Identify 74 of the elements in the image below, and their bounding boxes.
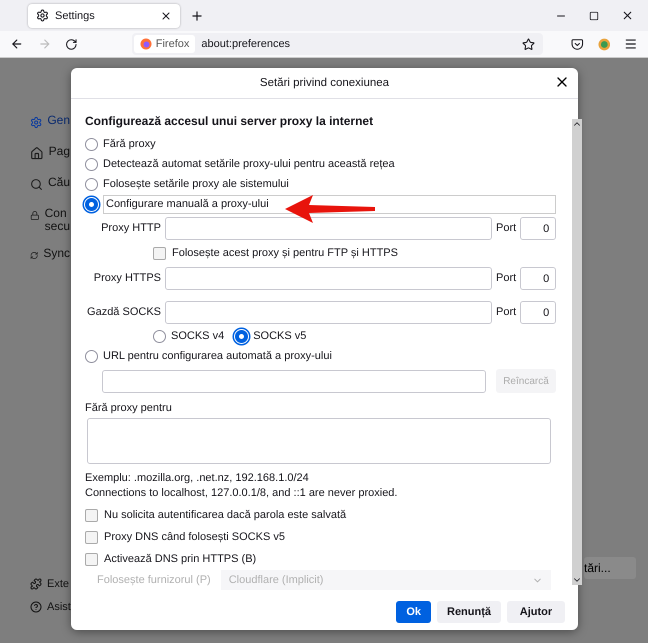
radio-label: SOCKS v5 (253, 330, 306, 342)
checkbox[interactable] (85, 530, 98, 544)
browser-logo-icon (140, 38, 152, 50)
field-label: Gazdă SOCKS (86, 306, 161, 318)
back-icon[interactable] (10, 37, 24, 51)
dialog-button[interactable]: Ok (396, 601, 431, 623)
port-field[interactable]: 0 (520, 216, 556, 240)
radio-label: Detectează automat setările proxy-ului pentru această rețea (103, 158, 395, 170)
radio-button[interactable] (85, 178, 98, 190)
search-icon (30, 176, 43, 193)
radio-button[interactable] (85, 158, 98, 170)
url-text: about:preferences (201, 38, 292, 50)
gear-icon (30, 114, 42, 131)
sidebar-item[interactable]: Cău (30, 176, 70, 193)
close-icon[interactable] (621, 9, 634, 22)
field-label: Proxy HTTP (100, 222, 161, 234)
field-label: Fără proxy pentru (85, 402, 173, 415)
checkbox-label: Activează DNS prin HTTPS (B) (104, 552, 256, 566)
settings-icon (36, 9, 49, 22)
identity-label: Firefox (134, 35, 196, 53)
sidebar-item[interactable]: Sync (30, 247, 70, 264)
sidebar-item[interactable]: Gen (30, 114, 70, 131)
port-label: Port (496, 222, 516, 234)
text-field[interactable] (165, 300, 492, 324)
text-field[interactable] (165, 266, 492, 290)
browser-tab[interactable]: Settings (28, 4, 180, 28)
radio-label: Configurare manuală a proxy-ului (103, 194, 556, 214)
checkbox[interactable] (85, 552, 98, 566)
dialog-title: Setări privind conexiunea (260, 77, 390, 89)
reload-icon[interactable] (65, 38, 78, 50)
radio-button[interactable] (235, 330, 248, 342)
address-bar[interactable]: Firefox about:preferences (132, 33, 544, 55)
port-label: Port (496, 306, 516, 318)
url-field[interactable] (102, 370, 486, 392)
sidebar-item[interactable]: Con secu (30, 207, 70, 233)
profile-icon[interactable] (598, 38, 610, 50)
star-icon[interactable] (522, 38, 536, 50)
sidebar-link[interactable]: Asist (30, 601, 71, 614)
port-field[interactable]: 0 (520, 300, 556, 324)
radio-button[interactable] (85, 350, 98, 362)
checkbox[interactable] (153, 246, 166, 260)
dialog-button[interactable]: Ajutor (507, 601, 565, 623)
note-text: Connections to localhost, 127.0.0.1/8, and ::1 are never proxied. (85, 487, 398, 500)
radio-button[interactable] (85, 138, 98, 150)
checkbox-label: Nu solicita autentificarea dacă parola este salvată (104, 508, 346, 522)
sidebar-item[interactable]: Pag (30, 145, 70, 162)
radio-label: SOCKS v4 (171, 330, 224, 342)
help-icon (30, 601, 42, 613)
checkbox[interactable] (85, 508, 98, 522)
radio-button[interactable] (85, 198, 98, 210)
puzzle-icon (30, 578, 42, 590)
home-icon (30, 145, 44, 162)
dialog-button[interactable]: Renunță (437, 601, 501, 623)
radio-label: Fără proxy (103, 138, 156, 150)
text-field[interactable] (165, 216, 492, 240)
field-label: Proxy HTTPS (92, 272, 161, 284)
section-heading: Configurează accesul unui server proxy la internet (85, 115, 374, 128)
radio-label: URL pentru configurarea automată a proxy-ului (103, 350, 332, 362)
menu-icon[interactable] (624, 37, 638, 51)
radio-button[interactable] (153, 330, 166, 342)
port-field[interactable]: 0 (520, 266, 556, 290)
radio-label: Folosește setările proxy ale sistemului (103, 178, 289, 190)
close-icon[interactable] (160, 10, 172, 22)
maximize-icon[interactable] (589, 10, 599, 20)
field-label: Folosește furnizorul (P) (97, 574, 211, 586)
forward-icon[interactable] (38, 37, 52, 51)
checkbox-label: Folosește acest proxy și pentru FTP și HTTPS (172, 246, 398, 260)
settings-button[interactable]: tări... (584, 557, 636, 579)
pocket-icon[interactable] (571, 38, 584, 50)
new-tab-icon[interactable] (190, 8, 204, 22)
checkbox-label: Proxy DNS când folosești SOCKS v5 (104, 530, 285, 544)
hint-text: Exemplu: .mozilla.org, .net.nz, 192.168.1.0/24 (85, 472, 310, 485)
sidebar-link[interactable]: Exte (30, 578, 71, 591)
port-label: Port (496, 272, 516, 284)
